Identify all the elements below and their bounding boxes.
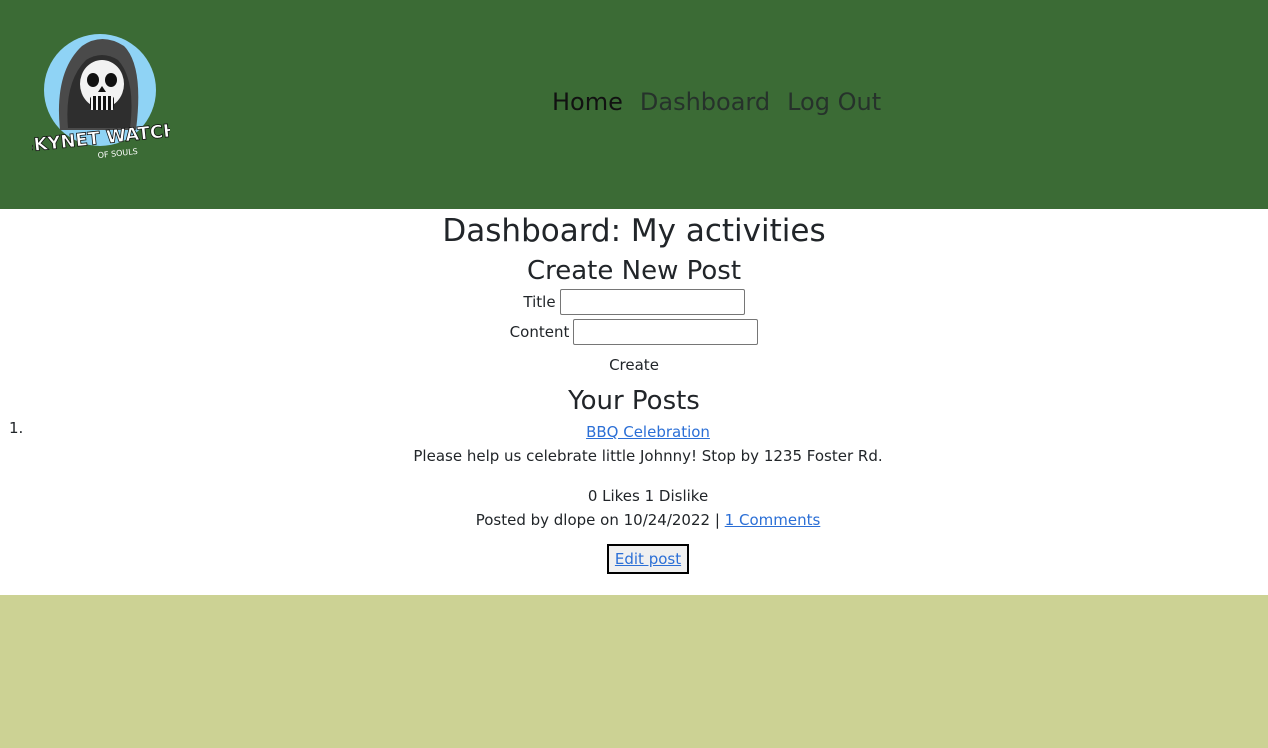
logo-subtext: OF SOULS bbox=[97, 147, 138, 160]
post-votes: 0 Likes 1 Dislike bbox=[587, 487, 709, 505]
your-posts-heading: Your Posts bbox=[568, 386, 700, 416]
post-byline: Posted by dlope on 10/24/2022 | 1 Commen… bbox=[28, 508, 1268, 532]
post-list: 1. BBQ Celebration Please help us celebr… bbox=[0, 417, 1268, 574]
content-input[interactable] bbox=[573, 319, 759, 345]
post-number: 1. bbox=[9, 419, 24, 437]
create-post-form: Title Content Create bbox=[0, 287, 1268, 374]
post-author-date: Posted by dlope on 10/24/2022 | bbox=[475, 511, 720, 529]
main-nav: Home Dashboard Log Out bbox=[552, 86, 881, 118]
edit-post-link[interactable]: Edit post bbox=[615, 550, 681, 568]
content-row: Content bbox=[0, 317, 1268, 347]
page-footer bbox=[0, 595, 1268, 748]
create-post-heading: Create New Post bbox=[526, 256, 742, 286]
content-label: Content bbox=[509, 323, 570, 341]
nav-home-link[interactable]: Home bbox=[552, 86, 623, 118]
comments-link[interactable]: 1 Comments bbox=[725, 511, 821, 529]
post-title-link[interactable]: BBQ Celebration bbox=[586, 422, 710, 442]
title-row: Title bbox=[0, 287, 1268, 317]
site-header: SKYNET WATCH OF SOULS Home Dashboard Log… bbox=[0, 0, 1268, 209]
page-title: Dashboard: My activities bbox=[442, 213, 826, 249]
create-post-button[interactable]: Create bbox=[609, 356, 659, 374]
dashboard-main: Dashboard: My activities Create New Post… bbox=[0, 209, 1268, 595]
skynet-watch-logo[interactable]: SKYNET WATCH OF SOULS bbox=[32, 32, 170, 160]
post-card: BBQ Celebration Please help us celebrate… bbox=[0, 417, 1268, 574]
nav-dashboard-link[interactable]: Dashboard bbox=[640, 86, 770, 118]
title-input[interactable] bbox=[559, 289, 745, 315]
post-content: Please help us celebrate little Johnny! … bbox=[413, 447, 883, 465]
nav-logout-link[interactable]: Log Out bbox=[787, 86, 881, 118]
edit-post-button[interactable]: Edit post bbox=[606, 544, 690, 574]
title-label: Title bbox=[523, 293, 556, 311]
list-item: 1. BBQ Celebration Please help us celebr… bbox=[0, 417, 1268, 574]
